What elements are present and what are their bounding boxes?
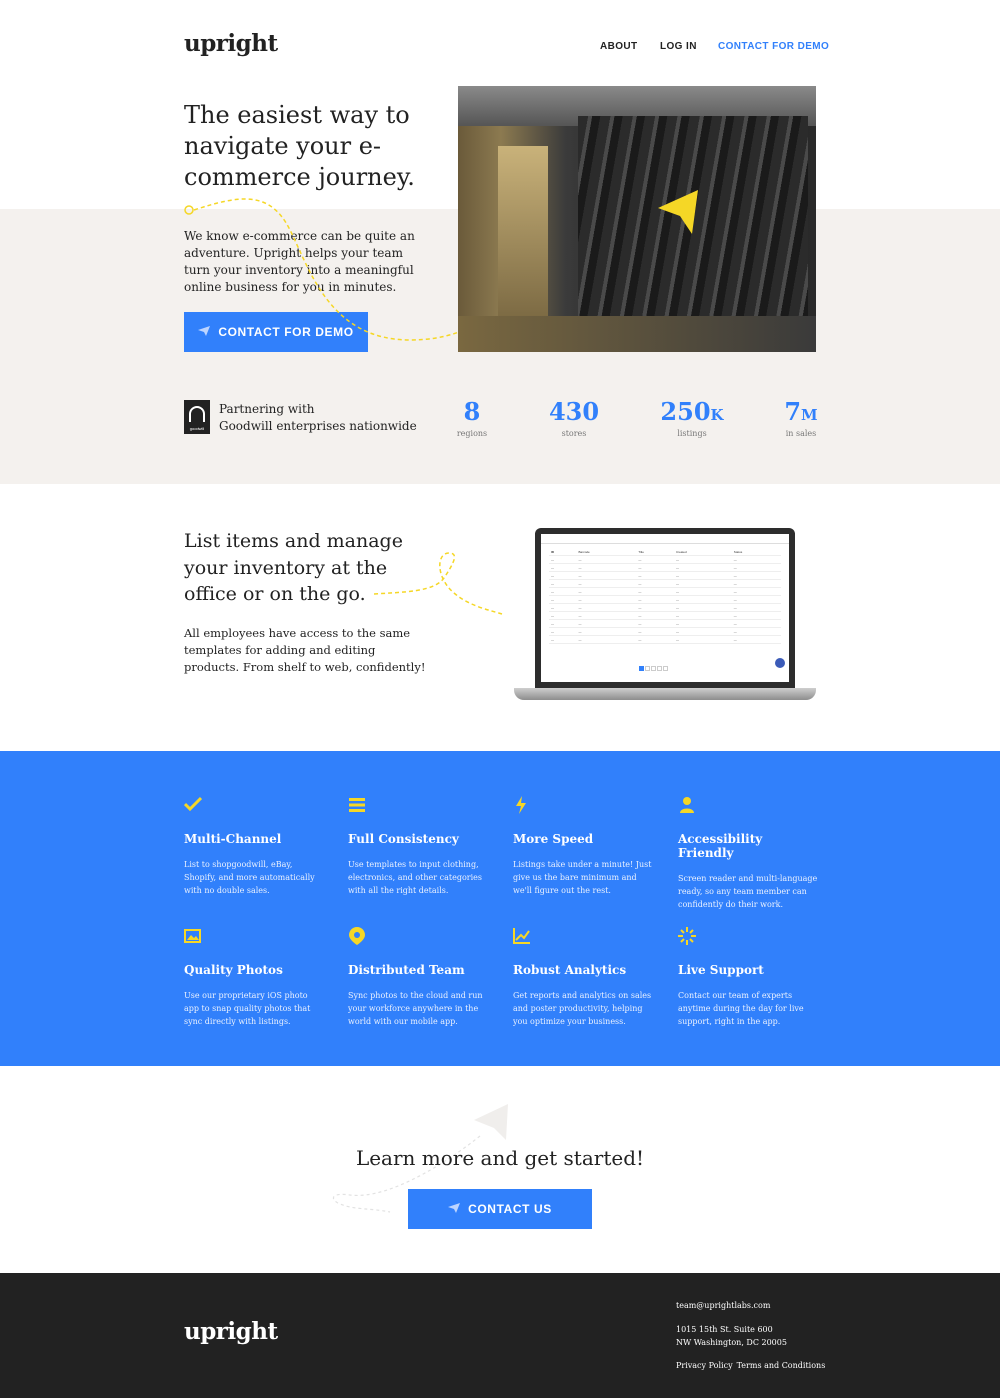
nav-contact-demo[interactable]: CONTACT FOR DEMO xyxy=(718,41,829,52)
privacy-policy-link[interactable]: Privacy Policy xyxy=(676,1361,733,1370)
paper-plane-icon xyxy=(448,1202,461,1216)
footer-logo[interactable]: upright xyxy=(184,1318,278,1345)
list-icon xyxy=(349,798,365,812)
feature-robust-analytics: Robust Analytics Get reports and analyti… xyxy=(513,927,653,1028)
logo[interactable]: upright xyxy=(184,30,278,57)
footer-address-line2: NW Washington, DC 20005 xyxy=(676,1338,787,1347)
partner-text: Partnering with Goodwill enterprises nat… xyxy=(219,402,417,433)
lightning-icon xyxy=(516,796,526,814)
feature-full-consistency: Full Consistency Use templates to input … xyxy=(348,796,488,897)
footer xyxy=(0,1273,1000,1398)
stat-regions: 8 regions xyxy=(456,397,488,439)
sparkle-icon xyxy=(678,927,696,945)
nav-login[interactable]: LOG IN xyxy=(660,41,697,52)
feature-accessibility: Accessibility Friendly Screen reader and… xyxy=(678,796,818,911)
inventory-body: All employees have access to the same te… xyxy=(184,626,426,674)
loop-path-decoration xyxy=(374,552,503,615)
feature-quality-photos: Quality Photos Use our proprietary iOS p… xyxy=(184,927,324,1028)
feature-more-speed: More Speed Listings take under a minute!… xyxy=(513,796,653,897)
stat-listings: 250K listings xyxy=(660,397,724,439)
footer-email[interactable]: team@uprightlabs.com xyxy=(676,1301,770,1310)
feature-live-support: Live Support Contact our team of experts… xyxy=(678,927,818,1028)
stat-stores: 430 stores xyxy=(548,397,600,439)
feature-distributed-team: Distributed Team Sync photos to the clou… xyxy=(348,927,488,1028)
cta-contact-us-button[interactable]: CONTACT US xyxy=(408,1189,592,1229)
feature-multi-channel: Multi-Channel List to shopgoodwill, eBay… xyxy=(183,796,324,897)
footer-address-line1: 1015 15th St. Suite 600 xyxy=(676,1325,773,1334)
hero-title: The easiest way to navigate your e-comme… xyxy=(184,101,415,191)
photo-icon xyxy=(184,929,201,943)
inventory-table-preview: ID Barcode Title Created Status — — — — — — — — — — … xyxy=(549,548,781,644)
goodwill-logo: goodwill xyxy=(184,400,210,434)
checkmark-icon xyxy=(183,796,203,812)
cta-title: Learn more and get started! xyxy=(355,1146,645,1170)
terms-link[interactable]: Terms and Conditions xyxy=(737,1361,826,1370)
laptop-mockup: ID Barcode Title Created Status — — — — — — — — — — … xyxy=(535,528,795,688)
paper-plane-icon xyxy=(658,190,698,234)
stat-sales: 7M in sales xyxy=(784,397,818,439)
nav-about[interactable]: ABOUT xyxy=(600,41,638,52)
laptop-screen: ID Barcode Title Created Status — — — — — — — — — — … xyxy=(541,534,789,682)
hero-warehouse-image xyxy=(458,86,816,352)
footer-links: Privacy Policy Terms and Conditions xyxy=(676,1361,825,1370)
chart-icon xyxy=(513,928,530,944)
person-icon xyxy=(680,797,694,813)
features-section xyxy=(0,751,1000,1066)
laptop-base xyxy=(514,688,816,700)
map-pin-icon xyxy=(349,927,365,945)
